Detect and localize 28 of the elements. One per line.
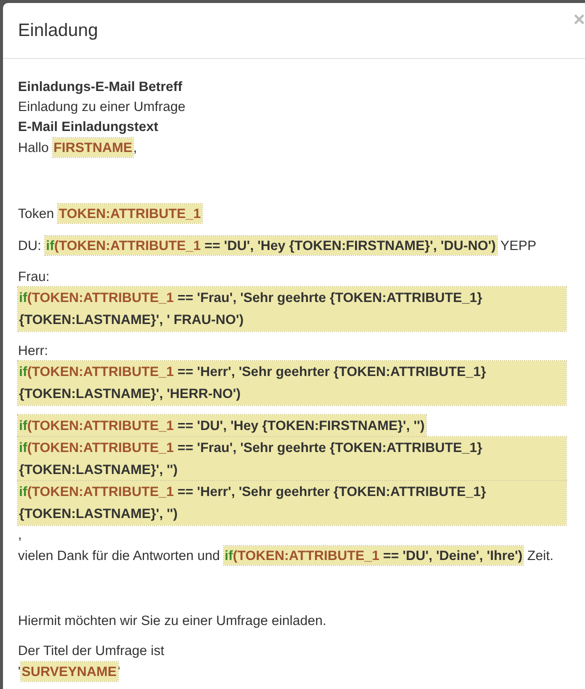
placeholder-highlight: if(TOKEN:ATTRIBUTE_1 == 'Herr', 'Sehr geehrter {TOKEN:ATTRIBUTE_1} {TOKEN:LASTNAME}', '') xyxy=(18,481,566,525)
placeholder-highlight: if(TOKEN:ATTRIBUTE_1 == 'Frau', 'Sehr geehrte {TOKEN:ATTRIBUTE_1} {TOKEN:LASTNAME}', ' FRAU-NO') xyxy=(18,287,566,331)
placeholder-highlight: if(TOKEN:ATTRIBUTE_1 == 'Herr', 'Sehr geehrter {TOKEN:ATTRIBUTE_1} {TOKEN:LASTNAME}', 'HERR-NO') xyxy=(18,361,566,405)
email-text: Frau: xyxy=(18,268,51,286)
placeholder-highlight: if(TOKEN:ATTRIBUTE_1 == 'DU', 'Deine', 'Ihre') xyxy=(224,546,524,565)
section-label: Einladungs-E-Mail Betreff xyxy=(18,78,184,96)
placeholder-highlight: TOKEN:ATTRIBUTE_1 xyxy=(58,204,202,223)
placeholder-highlight: if(TOKEN:ATTRIBUTE_1 == 'DU', 'Hey {TOKEN:FIRSTNAME}', 'DU-NO') xyxy=(45,236,497,255)
section-label: E-Mail Einladungstext xyxy=(18,118,160,136)
email-text: , xyxy=(133,140,138,155)
email-text: Hiermit möchten wir Sie zu einer Umfrage einladen. xyxy=(18,612,328,630)
email-text: Zeit. xyxy=(526,548,554,563)
email-text: YEPP xyxy=(499,238,536,253)
email-text: Herr: xyxy=(18,342,49,360)
placeholder-highlight: SURVEYNAME xyxy=(20,662,118,681)
placeholder-highlight: if(TOKEN:ATTRIBUTE_1 == 'DU', 'Hey {TOKEN:FIRSTNAME}', '') xyxy=(18,415,426,437)
email-text: Einladung zu einer Umfrage xyxy=(18,98,186,116)
placeholder-highlight: FIRSTNAME xyxy=(52,138,134,157)
dialog-title: Einladung xyxy=(18,20,98,41)
email-text: vielen Dank für die Antworten und xyxy=(18,548,221,563)
email-text: Hallo xyxy=(18,140,50,155)
email-text: , xyxy=(18,526,23,544)
email-text: Token xyxy=(18,206,56,221)
email-text: DU: xyxy=(18,238,42,253)
email-text: ' xyxy=(18,664,21,679)
placeholder-highlight: if(TOKEN:ATTRIBUTE_1 == 'Frau', 'Sehr geehrte {TOKEN:ATTRIBUTE_1} {TOKEN:LASTNAME}', '') xyxy=(18,437,566,481)
email-text: Der Titel der Umfrage ist xyxy=(18,642,166,660)
close-button[interactable]: × xyxy=(573,10,585,30)
